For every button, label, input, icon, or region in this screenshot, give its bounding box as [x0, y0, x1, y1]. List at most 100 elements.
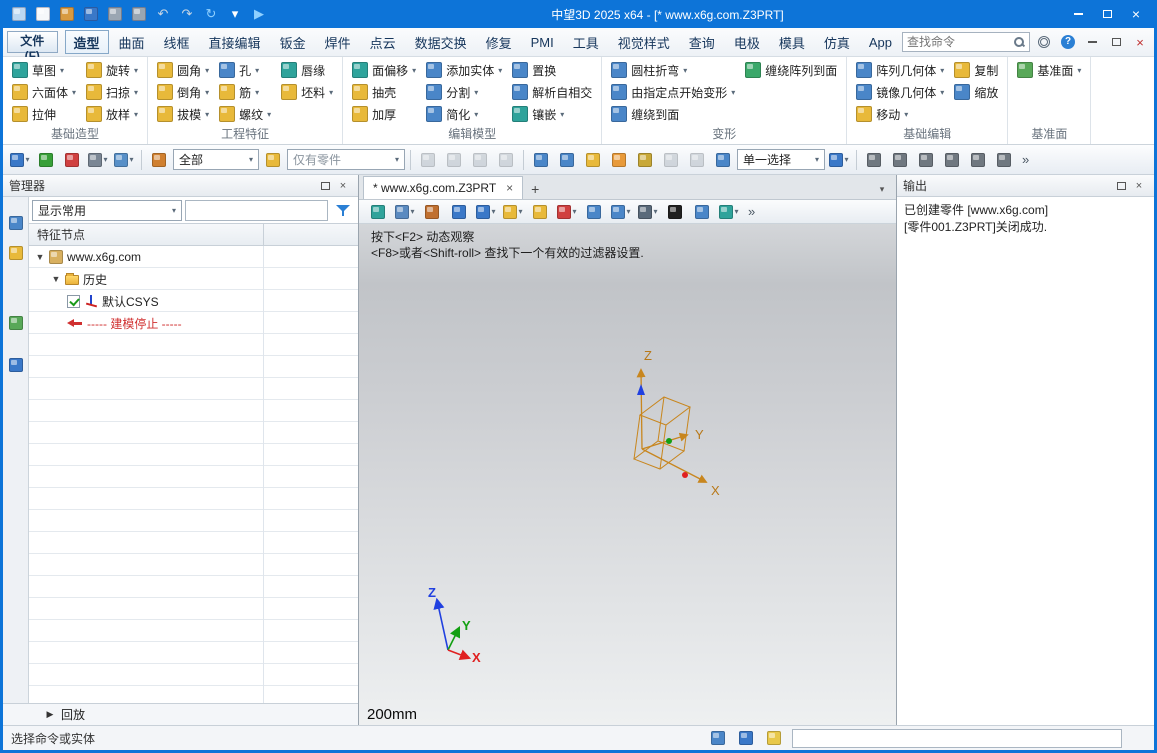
selection-table-button[interactable] [555, 148, 579, 172]
revolve-button[interactable]: 旋转▾ [82, 59, 142, 81]
iso-view-button[interactable] [528, 200, 552, 224]
pick-next-button[interactable] [468, 148, 492, 172]
tree-node-part-root[interactable]: ▼www.x6g.com [29, 246, 358, 268]
toolbar-overflow-button[interactable]: » [744, 204, 759, 219]
shaded-display-button[interactable]: ▾ [717, 200, 741, 224]
ribbon-tab-4[interactable]: 钣金 [271, 30, 315, 54]
pattern-geometry-button[interactable]: 阵列几何体▾ [852, 59, 948, 81]
history-folder-expander-icon[interactable]: ▼ [51, 274, 61, 284]
monitor-display-button[interactable] [734, 726, 758, 750]
ribbon-tab-6[interactable]: 点云 [361, 30, 405, 54]
snap-point-button[interactable] [862, 148, 886, 172]
thread-button[interactable]: 螺纹▾ [215, 103, 275, 125]
folder-browser-button[interactable] [581, 148, 605, 172]
minimize-button[interactable] [1064, 3, 1092, 25]
part-filter-button[interactable] [261, 148, 285, 172]
lasso-select-button[interactable]: ▾ [112, 148, 136, 172]
layer-manager-button[interactable] [607, 148, 631, 172]
line-width-button[interactable] [663, 200, 687, 224]
solid-manager-button[interactable] [4, 241, 28, 265]
launch-button[interactable]: ▶ [247, 3, 271, 25]
remove-selection-button[interactable] [60, 148, 84, 172]
toolbar-overflow-button[interactable]: » [1018, 152, 1033, 167]
feature-filter-button[interactable] [331, 199, 355, 221]
cylindrical-bend-button[interactable]: 圆柱折弯▾ [607, 59, 739, 81]
pick-accept-button[interactable] [494, 148, 518, 172]
refresh-button[interactable]: ↻ [199, 3, 223, 25]
app-logo-button[interactable] [7, 3, 31, 25]
pen-style-button[interactable] [420, 200, 444, 224]
lip-button[interactable]: 唇缘 [277, 59, 337, 81]
display-mode-combo[interactable]: 显示常用 ▾ [32, 200, 182, 221]
ribbon-tab-5[interactable]: 焊件 [316, 30, 360, 54]
ribbon-tab-9[interactable]: PMI [522, 30, 563, 54]
help-button[interactable] [1058, 32, 1078, 52]
part-filter-combo[interactable]: 仅有零件▾ [287, 149, 405, 170]
inlay-button[interactable]: 镶嵌▾ [508, 103, 596, 125]
document-tab-close-icon[interactable]: × [506, 181, 513, 195]
open-file-button[interactable] [55, 3, 79, 25]
print-button[interactable] [103, 3, 127, 25]
hole-button[interactable]: 孔▾ [215, 59, 275, 81]
rib-button[interactable]: 筋▾ [215, 81, 275, 103]
pick-first-button[interactable] [416, 148, 440, 172]
output-float-button[interactable] [1112, 178, 1130, 194]
new-file-button[interactable] [31, 3, 55, 25]
view-file-button[interactable]: ▾ [393, 200, 417, 224]
status-input[interactable] [792, 729, 1122, 748]
viewport[interactable]: ▾▾▾▾▾▾▾» 按下<F2> 动态观察 <F8>或者<Shift-roll> … [359, 200, 896, 725]
link-manager-button[interactable] [633, 148, 657, 172]
wrap-pattern-to-face-button[interactable]: 缠绕阵列到面 [741, 59, 841, 81]
copy-button[interactable]: 复制 [950, 59, 1002, 81]
entity-filter-button[interactable] [147, 148, 171, 172]
entity-filter-combo[interactable]: 全部▾ [173, 149, 259, 170]
table-display-button[interactable] [706, 726, 730, 750]
scale-button[interactable]: 缩放 [950, 81, 1002, 103]
mirror-geometry-button[interactable]: 镜像几何体▾ [852, 81, 948, 103]
feature-search-input[interactable] [185, 200, 328, 221]
ribbon-tab-13[interactable]: 电极 [725, 30, 769, 54]
shell-button[interactable]: 抽壳 [348, 81, 420, 103]
ribbon-tab-2[interactable]: 线框 [155, 30, 199, 54]
confirm-selection-button[interactable]: ▾ [827, 148, 851, 172]
doc-restore-button[interactable] [1106, 32, 1126, 52]
ribbon-tab-16[interactable]: App [860, 30, 901, 54]
manager-close-button[interactable]: × [334, 178, 352, 194]
ribbon-tab-3[interactable]: 直接编辑 [200, 30, 270, 54]
snap-polyline-button[interactable] [914, 148, 938, 172]
ribbon-tab-12[interactable]: 查询 [680, 30, 724, 54]
selection-filter-button[interactable]: ▾ [86, 148, 110, 172]
visual-manager-button[interactable] [4, 311, 28, 335]
move-button[interactable]: 移动▾ [852, 103, 948, 125]
snap-circle-button[interactable] [940, 148, 964, 172]
manager-float-button[interactable] [316, 178, 334, 194]
pick-previous-button[interactable] [442, 148, 466, 172]
tree-node-default-csys[interactable]: 默认CSYS [29, 290, 358, 312]
ribbon-tab-15[interactable]: 仿真 [815, 30, 859, 54]
sweep-button[interactable]: 扫掠▾ [82, 81, 142, 103]
divide-button[interactable]: 分割▾ [422, 81, 506, 103]
selection-list-button[interactable] [529, 148, 553, 172]
doc-close-button[interactable]: × [1130, 32, 1150, 52]
viewport-frame-button[interactable] [690, 200, 714, 224]
ribbon-tab-14[interactable]: 模具 [770, 30, 814, 54]
undo-button[interactable]: ↶ [151, 3, 175, 25]
snap-spline-button[interactable] [992, 148, 1016, 172]
cube-view-button[interactable]: ▾ [501, 200, 525, 224]
chamfer-button[interactable]: 倒角▾ [153, 81, 213, 103]
box-button[interactable]: 六面体▾ [8, 81, 80, 103]
snap-line-button[interactable] [888, 148, 912, 172]
redo-button[interactable]: ↷ [175, 3, 199, 25]
replace-button[interactable]: 置换 [508, 59, 596, 81]
wrap-to-face-button[interactable]: 缠绕到面 [607, 103, 739, 125]
save-file-button[interactable] [79, 3, 103, 25]
resolve-self-intersection-button[interactable]: 解析自相交 [508, 81, 596, 103]
face-offset-button[interactable]: 面偏移▾ [348, 59, 420, 81]
ribbon-tab-7[interactable]: 数据交换 [406, 30, 476, 54]
tree-node-history-folder[interactable]: ▼历史 [29, 268, 358, 290]
part-root-expander-icon[interactable]: ▼ [35, 252, 45, 262]
tree-node-modeling-stop[interactable]: ----- 建模停止 ----- [29, 312, 358, 334]
add-selection-button[interactable] [34, 148, 58, 172]
notes-display-button[interactable] [762, 726, 786, 750]
history-forward-button[interactable] [685, 148, 709, 172]
